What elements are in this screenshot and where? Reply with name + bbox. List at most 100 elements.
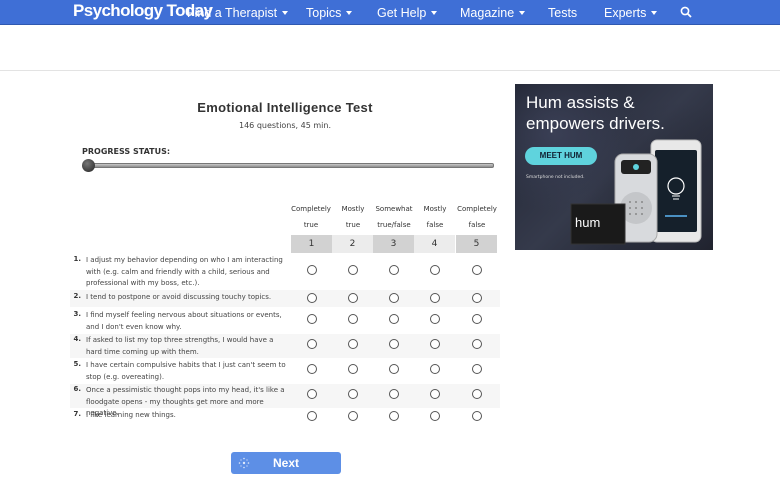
question-row: 5. I have certain compulsive habits that… — [70, 359, 500, 383]
answer-radio-1[interactable] — [307, 265, 317, 275]
question-number: 6. — [73, 385, 81, 393]
move-icon — [238, 457, 250, 469]
question-number: 1. — [73, 255, 81, 263]
nav-label: Topics — [306, 6, 342, 20]
col-2-line2: true — [345, 221, 361, 229]
answer-radio-1[interactable] — [307, 364, 317, 374]
answer-radio-2[interactable] — [348, 339, 358, 349]
search-icon[interactable] — [680, 6, 692, 18]
answer-radio-5[interactable] — [472, 265, 482, 275]
nav-topics[interactable]: Topics — [306, 6, 353, 20]
scale-number-4: 4 — [414, 235, 455, 253]
nav-find-therapist[interactable]: Find a Therapist — [187, 6, 289, 20]
answer-radio-2[interactable] — [348, 314, 358, 324]
test-title: Emotional Intelligence Test — [197, 100, 373, 115]
nav-get-help[interactable]: Get Help — [377, 6, 438, 20]
question-row: 7. I like learning new things. — [70, 409, 500, 425]
nav-label: Magazine — [460, 6, 515, 20]
answer-radio-5[interactable] — [472, 314, 482, 324]
question-row: 1. I adjust my behavior depending on who… — [70, 255, 500, 289]
answer-radio-4[interactable] — [430, 314, 440, 324]
answer-radio-4[interactable] — [430, 339, 440, 349]
answer-radio-4[interactable] — [430, 293, 440, 303]
nav-label: Experts — [604, 6, 647, 20]
question-row: 4. If asked to list my top three strengt… — [70, 334, 500, 358]
col-1-line1: Completely — [291, 205, 331, 213]
question-text: I tend to postpone or avoid discussing t… — [86, 293, 272, 301]
answer-radio-2[interactable] — [348, 293, 358, 303]
col-1-line2: true — [303, 221, 319, 229]
question-text: I have certain compulsive habits that I … — [86, 361, 286, 381]
answer-radio-5[interactable] — [472, 293, 482, 303]
question-number: 2. — [73, 292, 81, 300]
answer-radio-2[interactable] — [348, 411, 358, 421]
answer-radio-1[interactable] — [307, 314, 317, 324]
question-row: 3. I find myself feeling nervous about s… — [70, 309, 500, 333]
answer-radio-5[interactable] — [472, 364, 482, 374]
question-number: 3. — [73, 310, 81, 318]
next-label: Next — [272, 456, 299, 470]
col-5-line1: Completely — [457, 205, 497, 213]
answer-radio-3[interactable] — [389, 339, 399, 349]
progress-bar — [84, 163, 494, 168]
answer-radio-1[interactable] — [307, 339, 317, 349]
answer-radio-3[interactable] — [389, 389, 399, 399]
answer-radio-4[interactable] — [430, 411, 440, 421]
answer-radio-2[interactable] — [348, 389, 358, 399]
answer-radio-3[interactable] — [389, 364, 399, 374]
caret-down-icon — [282, 11, 289, 15]
ad-banner[interactable]: Hum assists & empowers drivers. MEET HUM… — [515, 84, 713, 250]
answer-radio-5[interactable] — [472, 411, 482, 421]
nav-label: Get Help — [377, 6, 427, 20]
answer-radio-4[interactable] — [430, 389, 440, 399]
col-3-line1: Somewhat — [375, 205, 413, 213]
header-divider — [0, 70, 780, 71]
question-number: 4. — [73, 335, 81, 343]
question-number: 5. — [73, 360, 81, 368]
answer-radio-1[interactable] — [307, 293, 317, 303]
answer-radio-2[interactable] — [348, 364, 358, 374]
question-text: I adjust my behavior depending on who I … — [86, 256, 283, 287]
nav-tests[interactable]: Tests — [548, 6, 577, 20]
answer-radio-4[interactable] — [430, 364, 440, 374]
next-button[interactable]: Next — [231, 452, 341, 474]
nav-experts[interactable]: Experts — [604, 6, 658, 20]
caret-down-icon — [346, 11, 353, 15]
question-text: I find myself feeling nervous about situ… — [86, 311, 282, 331]
answer-radio-4[interactable] — [430, 265, 440, 275]
nav-label: Tests — [548, 6, 578, 20]
col-4-line2: false — [426, 221, 444, 229]
question-row: 2. I tend to postpone or avoid discussin… — [70, 290, 500, 307]
answer-radio-3[interactable] — [389, 265, 399, 275]
progress-label: PROGRESS STATUS: — [82, 147, 171, 156]
question-text: I like learning new things. — [86, 411, 176, 419]
scale-number-5: 5 — [456, 235, 497, 253]
col-5-line2: false — [468, 221, 486, 229]
col-2-line1: Mostly — [341, 205, 365, 213]
question-row: 6. Once a pessimistic thought pops into … — [70, 384, 500, 417]
answer-radio-3[interactable] — [389, 314, 399, 324]
ad-headline: Hum assists & empowers drivers. — [526, 93, 665, 133]
question-text: If asked to list my top three strengths,… — [86, 336, 274, 356]
answer-radio-2[interactable] — [348, 265, 358, 275]
nav-label: Find a Therapist — [187, 6, 278, 20]
answer-radio-1[interactable] — [307, 389, 317, 399]
question-number: 7. — [73, 410, 81, 418]
hum-devices-illustration — [570, 139, 702, 245]
answer-radio-3[interactable] — [389, 411, 399, 421]
nav-magazine[interactable]: Magazine — [460, 6, 526, 20]
answer-radio-3[interactable] — [389, 293, 399, 303]
top-nav: Psychology Today Find a Therapist Topics… — [0, 0, 780, 25]
caret-down-icon — [519, 11, 526, 15]
caret-down-icon — [651, 11, 658, 15]
test-subtitle: 146 questions, 45 min. — [239, 121, 331, 130]
progress-knob — [82, 159, 95, 172]
scale-number-3: 3 — [373, 235, 414, 253]
col-3-line2: true/false — [377, 221, 411, 229]
col-4-line1: Mostly — [423, 205, 447, 213]
answer-radio-5[interactable] — [472, 389, 482, 399]
scale-number-2: 2 — [332, 235, 373, 253]
caret-down-icon — [431, 11, 438, 15]
answer-radio-5[interactable] — [472, 339, 482, 349]
answer-radio-1[interactable] — [307, 411, 317, 421]
